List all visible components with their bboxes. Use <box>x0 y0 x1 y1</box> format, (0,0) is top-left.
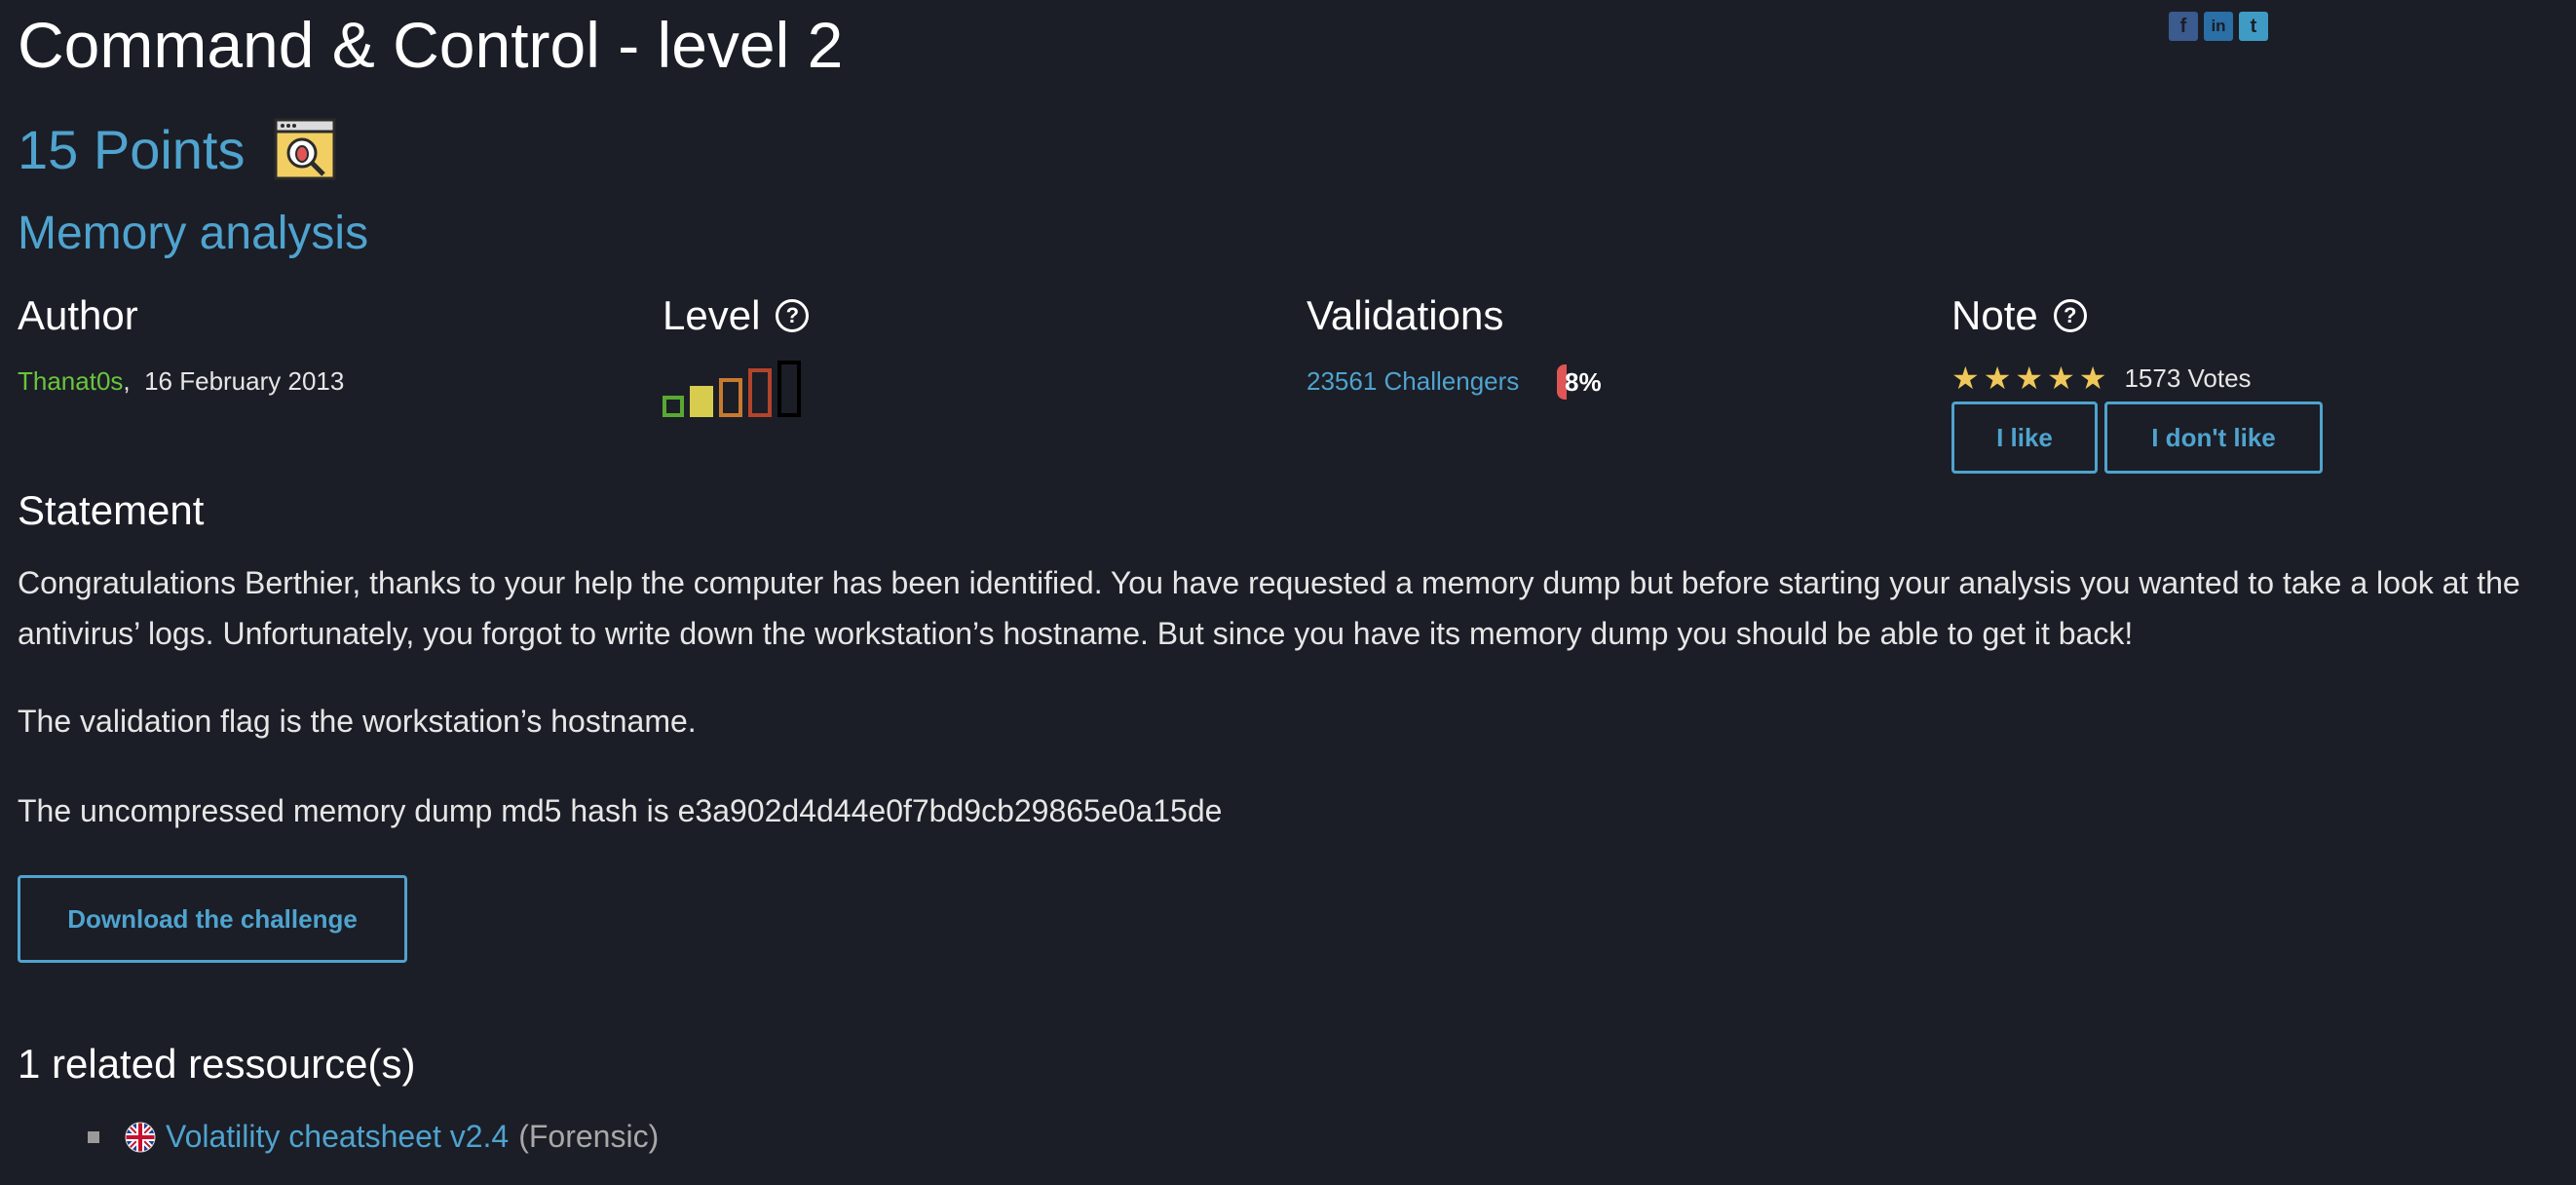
challenge-points: 15 Points <box>18 118 246 180</box>
level-heading: Level ? <box>663 292 810 339</box>
author-heading-label: Author <box>18 292 138 338</box>
facebook-icon[interactable]: f <box>2169 12 2198 41</box>
like-button[interactable]: I like <box>1951 401 2098 474</box>
difficulty-level-indicator <box>663 361 801 417</box>
statement-heading: Statement <box>18 487 205 533</box>
uk-flag-icon <box>125 1122 156 1152</box>
points-row: 15 Points <box>18 117 337 181</box>
star-icon: ★ <box>2047 361 2075 396</box>
challenge-page: Command & Control - level 2 f in t 15 Po… <box>0 0 2576 1185</box>
list-item: Volatility cheatsheet v2.4 (Forensic) <box>88 1119 659 1155</box>
linkedin-icon[interactable]: in <box>2204 12 2233 41</box>
level-bar-3 <box>719 378 742 417</box>
validations-challengers[interactable]: 23561 Challengers <box>1307 366 1519 397</box>
statement-paragraph: Congratulations Berthier, thanks to your… <box>18 565 2520 651</box>
help-icon[interactable]: ? <box>776 299 810 332</box>
vote-count: 1573 Votes <box>2124 363 2252 393</box>
bug-search-icon <box>274 118 335 180</box>
validation-percent-badge: 8% <box>1557 364 1602 400</box>
validations-heading-label: Validations <box>1307 292 1504 338</box>
star-icon: ★ <box>2078 361 2107 396</box>
bullet <box>88 1130 99 1143</box>
help-icon[interactable]: ? <box>2053 299 2087 332</box>
level-heading-label: Level <box>663 292 761 338</box>
note-heading: Note ? <box>1951 292 2087 339</box>
page-title: Command & Control - level 2 <box>18 9 844 81</box>
star-icon: ★ <box>1983 361 2012 396</box>
star-icon: ★ <box>2015 361 2044 396</box>
author-name[interactable]: Thanat0s <box>18 366 123 396</box>
author-heading: Author <box>18 292 138 339</box>
resource-category: (Forensic) <box>518 1119 660 1154</box>
note-heading-label: Note <box>1951 292 2038 338</box>
statement-paragraph: The uncompressed memory dump md5 hash is… <box>18 793 1223 828</box>
dislike-button[interactable]: I don't like <box>2104 401 2323 474</box>
twitter-icon[interactable]: t <box>2239 12 2268 41</box>
validations-heading: Validations <box>1307 292 1503 339</box>
level-bar-1 <box>663 396 684 417</box>
author-date: 16 February 2013 <box>144 366 345 396</box>
download-challenge-button[interactable]: Download the challenge <box>18 875 407 963</box>
level-bar-2 <box>690 386 713 417</box>
author-info: Thanat0s, 16 February 2013 <box>18 366 345 396</box>
statement-paragraph: The validation flag is the workstation’s… <box>18 704 697 739</box>
rating-stars: ★ ★ ★ ★ ★ 1573 Votes <box>1951 363 2252 394</box>
star-icon: ★ <box>1951 361 1980 396</box>
validation-percent: 8% <box>1565 366 1602 397</box>
resource-link[interactable]: Volatility cheatsheet v2.4 <box>166 1119 509 1155</box>
social-share-bar: f in t <box>2169 12 2268 41</box>
related-resources-heading: 1 related ressource(s) <box>18 1041 416 1087</box>
challenge-category[interactable]: Memory analysis <box>18 207 368 260</box>
level-bar-4 <box>748 368 772 417</box>
level-bar-5 <box>777 361 801 417</box>
